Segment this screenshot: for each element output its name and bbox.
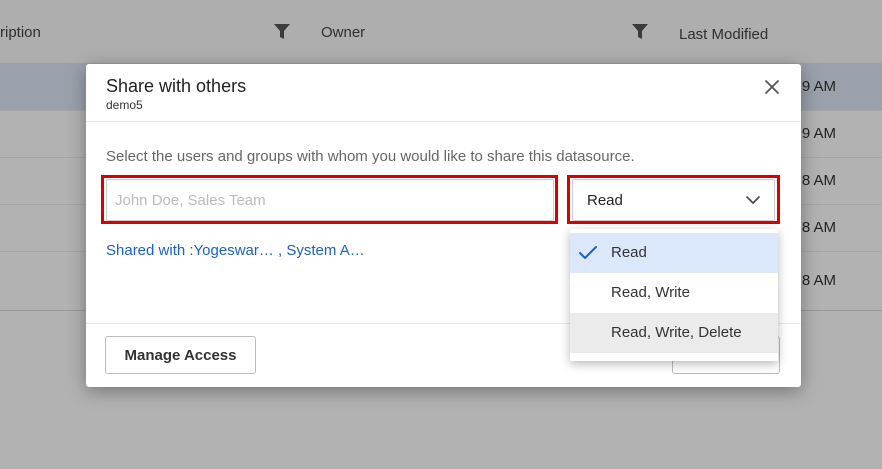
shared-with-link[interactable]: Shared with :Yogeswar… , System A… — [106, 242, 365, 259]
permission-option-read-write-delete[interactable]: Read, Write, Delete — [570, 313, 778, 353]
manage-access-button[interactable]: Manage Access — [105, 336, 256, 374]
user-group-search-input[interactable] — [106, 179, 554, 221]
permission-option-read[interactable]: Read — [570, 233, 778, 273]
dialog-subtitle: demo5 — [106, 98, 143, 112]
dialog-description: Select the users and groups with whom yo… — [106, 148, 635, 165]
permission-dropdown-menu: Read Read, Write Read, Write, Delete — [570, 229, 778, 361]
dialog-header: Share with others demo5 — [86, 64, 801, 122]
permission-select-value: Read — [587, 192, 623, 209]
close-icon[interactable] — [761, 76, 783, 98]
check-icon — [579, 246, 597, 259]
option-label: Read — [611, 244, 647, 261]
option-label: Read, Write, Delete — [611, 324, 742, 341]
permission-option-read-write[interactable]: Read, Write — [570, 273, 778, 313]
option-label: Read, Write — [611, 284, 690, 301]
chevron-down-icon — [746, 196, 760, 204]
dialog-title: Share with others — [106, 76, 247, 96]
permission-select[interactable]: Read — [572, 179, 775, 221]
